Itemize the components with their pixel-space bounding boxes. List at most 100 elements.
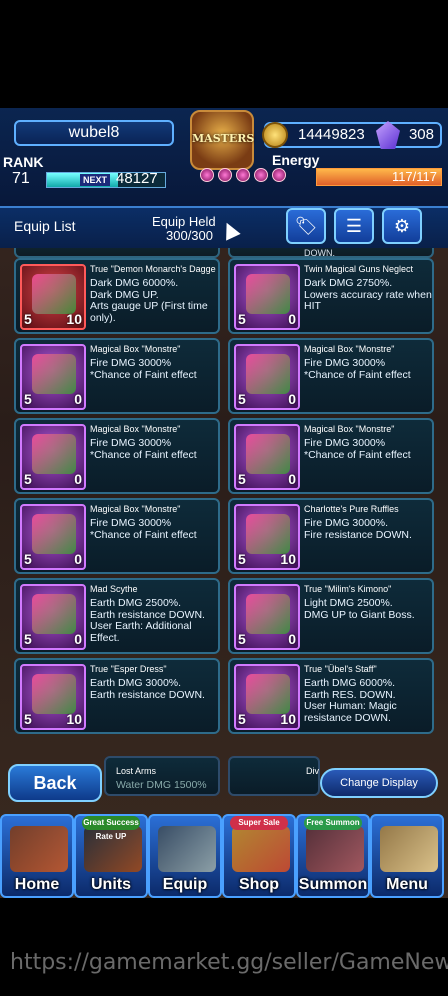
equip-art (246, 354, 290, 394)
equip-level: 5 (238, 311, 246, 327)
crest-gems (200, 168, 286, 182)
masters-crest[interactable]: MASTERS (190, 110, 254, 170)
equip-desc: Fire DMG 3000% *Chance of Faint effect (90, 357, 197, 381)
nav-label: Summon (298, 876, 368, 893)
equip-level: 5 (238, 391, 246, 407)
equip-art (246, 514, 290, 554)
filter-button[interactable]: ☰ (334, 208, 374, 244)
filter-icon: ☰ (345, 216, 363, 236)
equip-name: Magical Box "Monstre" (90, 424, 181, 434)
equip-desc: Fire DMG 3000% *Chance of Faint effect (304, 357, 411, 381)
equip-thumbnail: 5 10 (20, 664, 86, 730)
equip-art (246, 274, 290, 314)
nav-menu[interactable]: Menu (370, 814, 444, 898)
nav-tag: Super Sale (230, 816, 288, 830)
equip-level: 5 (24, 711, 32, 727)
equip-level: 5 (238, 631, 246, 647)
nav-label: Home (14, 876, 60, 893)
nav-summon[interactable]: Free Summon Summon (296, 814, 370, 898)
nav-tag: Free Summon (304, 816, 362, 830)
status-header: wubel8 MASTERS 14449823 308 RANK 71 NEXT… (0, 108, 448, 208)
equip-card[interactable]: 5 10 Charlotte's Pure Ruffles Fire DMG 3000… (228, 498, 434, 574)
equip-desc: Dark DMG 2750%. Lowers accuracy rate when… (304, 277, 432, 312)
equip-name: Charlotte's Pure Ruffles (304, 504, 399, 514)
equip-count: 0 (74, 631, 82, 647)
equip-desc: Fire DMG 3000% *Chance of Faint effect (90, 517, 197, 541)
equip-desc: Fire DMG 3000% *Chance of Faint effect (90, 437, 197, 461)
equip-level: 5 (238, 711, 246, 727)
equip-held-value: 300/300 (166, 228, 213, 243)
equip-name: Twin Magical Guns Neglect (304, 264, 414, 274)
equip-thumbnail: 50 (234, 584, 300, 650)
equip-card-partial[interactable]: Lost Arms Water DMG 1500% (104, 756, 220, 796)
equip-count: 0 (288, 391, 296, 407)
equip-art (246, 594, 290, 634)
equip-art (32, 594, 76, 634)
next-badge: NEXT (80, 174, 111, 186)
nav-label: Equip (162, 876, 208, 893)
nav-label: Shop (239, 876, 279, 893)
house-icon (10, 826, 68, 872)
player-name[interactable]: wubel8 (14, 120, 174, 146)
equip-desc: Earth DMG 3000%. Earth resistance DOWN. (90, 677, 205, 701)
sword-shield-icon (158, 826, 216, 872)
equip-card[interactable]: 5 0 Magical Box "Monstre" Fire DMG 3000% *Ch… (14, 498, 220, 574)
gem-icon (254, 168, 268, 182)
gem-icon (218, 168, 232, 182)
nav-shop[interactable]: Super Sale Shop (222, 814, 296, 898)
game-viewport: wubel8 MASTERS 14449823 308 RANK 71 NEXT… (0, 108, 448, 898)
equip-card-partial[interactable]: DOWN. (228, 248, 434, 258)
equip-thumbnail: 50 (234, 344, 300, 410)
equip-card[interactable]: 5 0 Mad Scythe Earth DMG 2500%. Earth resist… (14, 578, 220, 654)
equip-card[interactable]: 5 0 Magical Box "Monstre" Fire DMG 3000% *Ch… (228, 338, 434, 414)
screen: wubel8 MASTERS 14449823 308 RANK 71 NEXT… (0, 0, 448, 996)
equip-thumbnail: 50 (20, 504, 86, 570)
equip-name: True "Übel's Staff" (304, 664, 377, 674)
nav-home[interactable]: Home (0, 814, 74, 898)
nav-units[interactable]: Great Success Rate UP Units (74, 814, 148, 898)
book-icon (380, 826, 438, 872)
crystal-amount: 308 (408, 126, 434, 143)
equip-card[interactable]: 5 0 Twin Magical Guns Neglect Dark DMG 2750… (228, 258, 434, 334)
equip-art (246, 674, 290, 714)
equip-card-partial[interactable]: Div (228, 756, 320, 796)
equip-card[interactable]: 5 10 True "Übel's Staff" Earth DMG 6000%. Ea… (228, 658, 434, 734)
equip-art (32, 274, 76, 314)
equip-card[interactable]: 5 0 True "Milim's Kimono" Light DMG 2500%. D… (228, 578, 434, 654)
nav-equip[interactable]: Equip (148, 814, 222, 898)
energy-bar: 117/117 (316, 168, 442, 186)
energy-value: 117/117 (391, 169, 437, 184)
equip-count: 0 (288, 311, 296, 327)
equip-name: Magical Box "Monstre" (90, 504, 181, 514)
equip-card[interactable]: 5 10 True "Demon Monarch's Dagger" Dark DMG… (14, 258, 220, 334)
tag-button[interactable]: 🏷 (286, 208, 326, 244)
equip-desc: Fire DMG 3000% *Chance of Faint effect (304, 437, 411, 461)
equip-desc: Earth DMG 6000%. Earth RES. DOWN. User Hum… (304, 677, 397, 724)
settings-button[interactable]: ⚙ (382, 208, 422, 244)
equip-card[interactable]: 5 0 Magical Box "Monstre" Fire DMG 3000% *Ch… (228, 418, 434, 494)
equip-card-partial[interactable] (14, 248, 220, 258)
gem-icon (236, 168, 250, 182)
gem-icon (200, 168, 214, 182)
equip-art (246, 434, 290, 474)
tag-icon: 🏷 (294, 216, 318, 236)
equip-count: 10 (280, 551, 296, 567)
currency-box[interactable]: 14449823 308 (262, 121, 442, 149)
equip-count: 0 (288, 631, 296, 647)
equip-card[interactable]: 5 0 Magical Box "Monstre" Fire DMG 3000% *Ch… (14, 338, 220, 414)
equip-card[interactable]: 5 10 True "Esper Dress" Earth DMG 3000%. Ear… (14, 658, 220, 734)
equip-card[interactable]: 5 0 Magical Box "Monstre" Fire DMG 3000% *Ch… (14, 418, 220, 494)
equip-held-label: Equip Held (152, 214, 216, 229)
gear-icon: ⚙ (393, 216, 411, 236)
equip-desc: Water DMG 1500% (116, 779, 207, 791)
equip-thumbnail: 5 10 (20, 264, 86, 330)
equip-count: 0 (74, 391, 82, 407)
equip-name: True "Milim's Kimono" (304, 584, 392, 594)
equip-list[interactable]: DOWN. 5 10 True "Demon Monarch's Dagger" Da… (0, 248, 448, 776)
change-display-button[interactable]: Change Display (320, 768, 438, 798)
equip-count: 0 (288, 471, 296, 487)
watermark: https://gamemarket.gg/seller/GameNews (10, 950, 448, 975)
crossover-icon (306, 826, 364, 872)
back-button[interactable]: Back (8, 764, 102, 802)
equip-level: 5 (24, 311, 32, 327)
